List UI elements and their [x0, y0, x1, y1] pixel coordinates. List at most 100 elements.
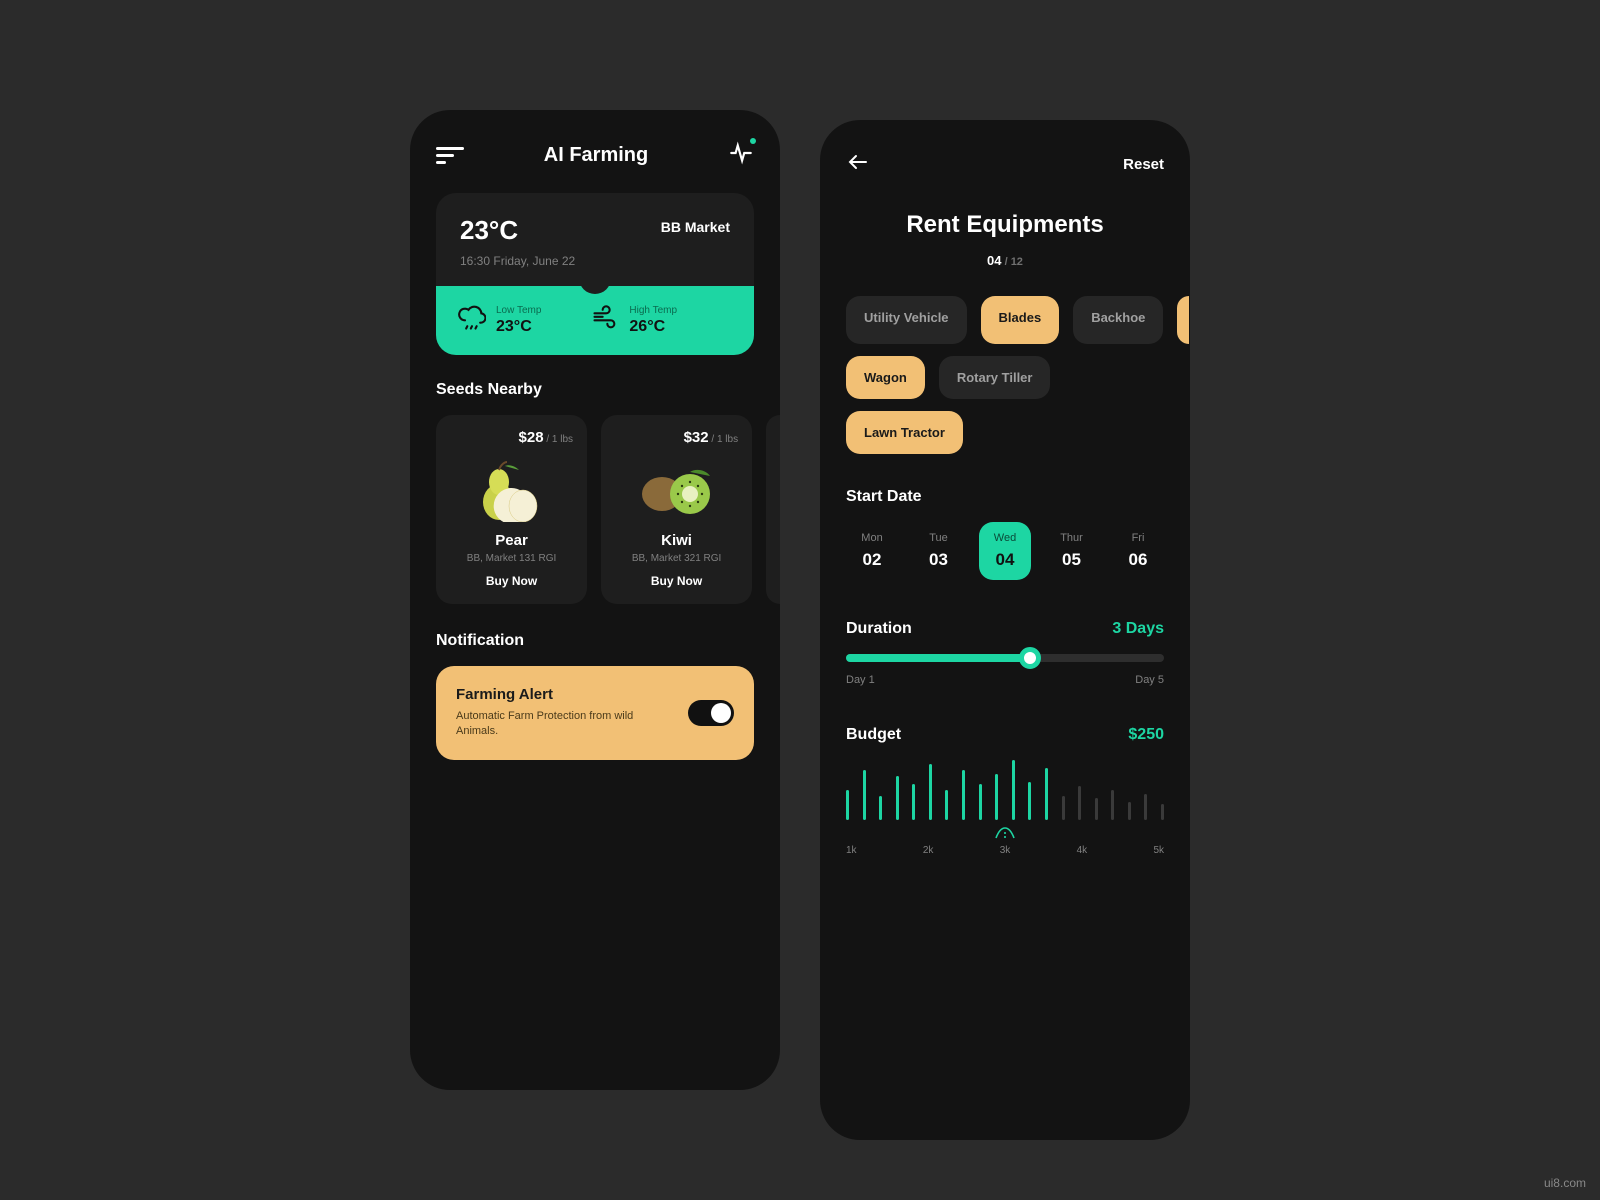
budget-bar: [945, 790, 948, 820]
budget-ticks: 1k2k3k4k5k: [846, 845, 1164, 856]
budget-bar: [1028, 782, 1031, 820]
datetime: 16:30 Friday, June 22: [460, 254, 730, 268]
day-number: 05: [1058, 550, 1086, 570]
seed-unit: / 1 lbs: [544, 434, 573, 445]
chip-lawn-tractor[interactable]: Lawn Tractor: [846, 411, 963, 454]
seeds-heading: Seeds Nearby: [436, 381, 754, 399]
budget-indicator-icon: [846, 824, 1164, 845]
duration-max: Day 5: [1135, 674, 1164, 686]
category-chips: Utility Vehicle Blades Backhoe Wagon Rotary …: [846, 296, 1164, 454]
budget-bar: [896, 776, 899, 820]
day-name: Mon: [858, 532, 886, 544]
duration-value: 3 Days: [1112, 620, 1164, 638]
date-06[interactable]: Fri 06: [1112, 522, 1164, 580]
notification-description: Automatic Farm Protection from wild Anim…: [456, 709, 656, 740]
top-bar: Reset: [846, 150, 1164, 179]
date-02[interactable]: Mon 02: [846, 522, 898, 580]
budget-bar: [1062, 796, 1065, 820]
duration-heading: Duration: [846, 620, 912, 638]
day-number: 02: [858, 550, 886, 570]
seed-name: Kiwi: [615, 532, 738, 549]
counter-total: 12: [1011, 256, 1023, 268]
page-title: Rent Equipments: [846, 211, 1164, 239]
chip-wagon[interactable]: Wagon: [846, 356, 925, 399]
day-number: 03: [925, 550, 953, 570]
low-temp-label: Low Temp: [496, 305, 541, 316]
budget-tick: 2k: [923, 845, 934, 856]
day-number: 04: [991, 550, 1019, 570]
seed-card-peek[interactable]: [766, 415, 780, 604]
activity-icon[interactable]: [728, 140, 754, 171]
budget-bar: [1161, 804, 1164, 820]
seed-card-kiwi[interactable]: $32 / 1 lbs Kiwi BB, Market 321 RGI Buy …: [601, 415, 752, 604]
budget-tick: 4k: [1077, 845, 1088, 856]
budget-bar: [962, 770, 965, 820]
date-05[interactable]: Thur 05: [1046, 522, 1098, 580]
budget-heading: Budget: [846, 726, 901, 744]
temperature: 23°C: [460, 215, 518, 246]
weather-card[interactable]: 23°C BB Market 16:30 Friday, June 22 Low…: [436, 193, 754, 355]
low-temp-value: 23°C: [496, 318, 541, 336]
day-name: Wed: [991, 532, 1019, 544]
duration-min: Day 1: [846, 674, 875, 686]
seed-location: BB, Market 321 RGI: [615, 553, 738, 564]
kiwi-icon: [632, 452, 722, 522]
budget-slider[interactable]: [846, 760, 1164, 820]
day-number: 06: [1124, 550, 1152, 570]
duration-slider[interactable]: [846, 654, 1164, 662]
budget-tick: 3k: [1000, 845, 1011, 856]
high-temp-label: High Temp: [629, 305, 677, 316]
budget-bar: [912, 784, 915, 820]
home-screen: AI Farming 23°C BB Market 16:30 Friday, …: [410, 110, 780, 1090]
wind-icon: [591, 304, 619, 337]
day-name: Tue: [925, 532, 953, 544]
back-arrow-icon[interactable]: [846, 150, 870, 179]
seed-name: Pear: [450, 532, 573, 549]
app-title: AI Farming: [544, 144, 648, 167]
budget-bar: [1078, 786, 1081, 820]
budget-bar: [1144, 794, 1147, 820]
budget-bar: [1128, 802, 1131, 820]
chip-peek[interactable]: [1177, 296, 1189, 344]
counter-current: 04: [987, 253, 1001, 268]
date-03[interactable]: Tue 03: [913, 522, 965, 580]
reset-button[interactable]: Reset: [1123, 156, 1164, 173]
rent-screen: Reset Rent Equipments 04 / 12 Utility Ve…: [820, 120, 1190, 1140]
market-name: BB Market: [661, 219, 730, 235]
pear-icon: [467, 452, 557, 522]
day-name: Fri: [1124, 532, 1152, 544]
watermark: ui8.com: [1544, 1176, 1586, 1190]
budget-bar: [1045, 768, 1048, 820]
budget-bar: [995, 774, 998, 820]
page-counter: 04 / 12: [846, 253, 1164, 268]
day-name: Thur: [1058, 532, 1086, 544]
counter-sep: /: [1002, 256, 1011, 268]
slider-knob[interactable]: [1019, 647, 1041, 669]
seeds-row: $28 / 1 lbs Pear BB, Market 131 RGI Buy …: [436, 415, 754, 604]
alert-toggle[interactable]: [688, 700, 734, 726]
notification-title: Farming Alert: [456, 686, 656, 703]
low-temp-block: Low Temp 23°C: [458, 304, 541, 337]
seed-location: BB, Market 131 RGI: [450, 553, 573, 564]
buy-now-button[interactable]: Buy Now: [450, 574, 573, 588]
high-temp-value: 26°C: [629, 318, 677, 336]
dates-row: Mon 02 Tue 03 Wed 04 Thur 05 Fri 06: [846, 522, 1164, 580]
chip-blades[interactable]: Blades: [981, 296, 1060, 344]
budget-bar: [846, 790, 849, 820]
seed-card-pear[interactable]: $28 / 1 lbs Pear BB, Market 131 RGI Buy …: [436, 415, 587, 604]
budget-bar: [929, 764, 932, 820]
budget-tick: 1k: [846, 845, 857, 856]
top-bar: AI Farming: [436, 140, 754, 171]
buy-now-button[interactable]: Buy Now: [615, 574, 738, 588]
budget-bar: [1095, 798, 1098, 820]
budget-bar: [1111, 790, 1114, 820]
seed-price: $32: [684, 429, 709, 446]
budget-value: $250: [1128, 726, 1164, 744]
chip-utility-vehicle[interactable]: Utility Vehicle: [846, 296, 967, 344]
date-04[interactable]: Wed 04: [979, 522, 1031, 580]
chip-rotary-tiller[interactable]: Rotary Tiller: [939, 356, 1051, 399]
menu-icon[interactable]: [436, 147, 464, 165]
chip-backhoe[interactable]: Backhoe: [1073, 296, 1163, 344]
high-temp-block: High Temp 26°C: [591, 304, 677, 337]
notification-heading: Notification: [436, 632, 754, 650]
